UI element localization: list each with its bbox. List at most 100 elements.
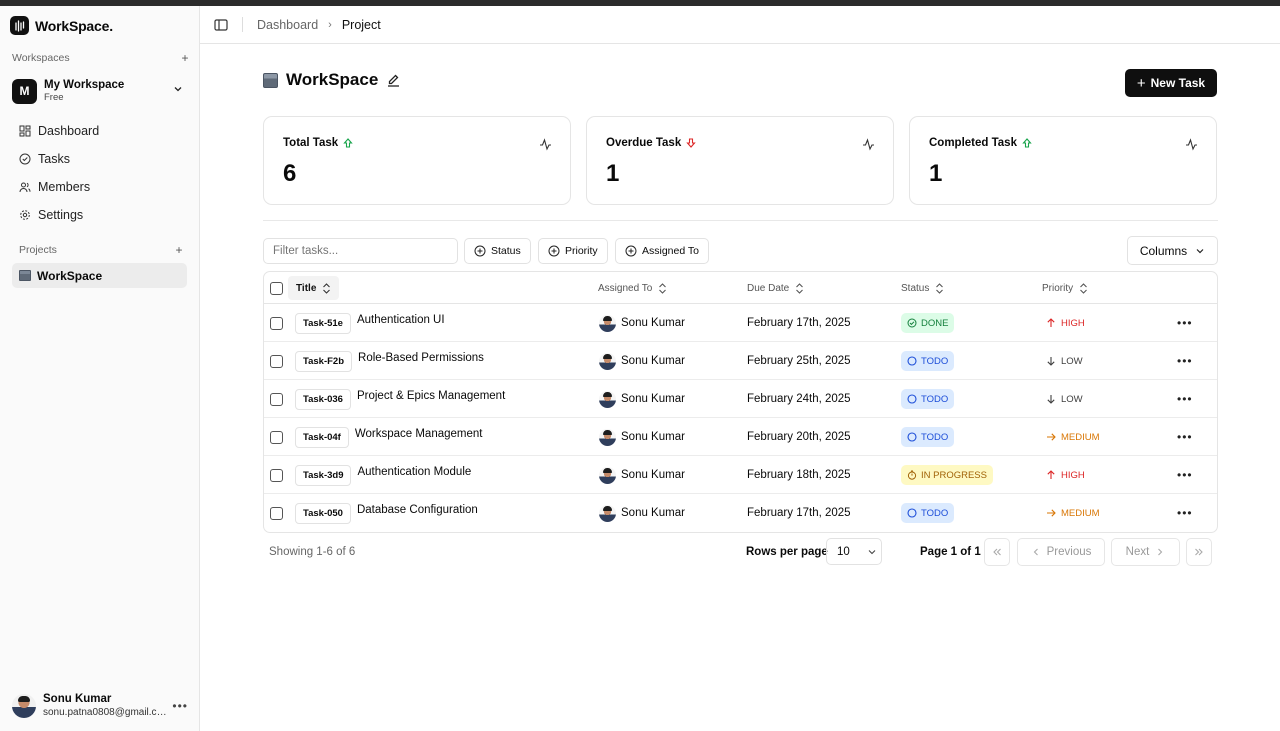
rows-per-page-select[interactable]: 10: [826, 538, 882, 565]
user-name: Sonu Kumar: [43, 693, 112, 705]
add-workspace-icon[interactable]: +: [178, 51, 192, 65]
status-badge: TODO: [901, 427, 955, 447]
project-icon: [263, 72, 278, 88]
row-checkbox[interactable]: [270, 506, 283, 520]
task-title[interactable]: Authentication Module: [357, 466, 471, 478]
project-icon: [19, 270, 31, 281]
more-icon[interactable]: •••: [1177, 468, 1193, 482]
user-email: sonu.patna0808@gmail.co...: [43, 707, 168, 718]
task-title[interactable]: Database Configuration: [357, 504, 478, 516]
column-header-status[interactable]: Status: [901, 272, 944, 304]
nav-item-tasks[interactable]: Tasks: [12, 145, 188, 173]
task-title[interactable]: Authentication UI: [357, 314, 445, 326]
row-checkbox[interactable]: [270, 392, 283, 406]
table-row[interactable]: Task-04f Workspace Management Sonu Kumar Fe…: [264, 418, 1217, 456]
filter-status-button[interactable]: Status: [464, 238, 531, 264]
breadcrumb-current: Project: [341, 17, 381, 32]
workspace-switcher[interactable]: M My Workspace Free: [12, 74, 190, 108]
filter-assigned-button[interactable]: Assigned To: [615, 238, 710, 264]
check-circle-icon: [19, 153, 31, 165]
breadcrumb-dashboard[interactable]: Dashboard: [257, 18, 318, 32]
column-header-title[interactable]: Title: [288, 276, 340, 300]
table-row[interactable]: Task-050 Database Configuration Sonu Kumar…: [264, 494, 1217, 532]
arrow-right-icon: [1046, 508, 1056, 518]
add-project-icon[interactable]: +: [172, 243, 186, 257]
circle-icon: [907, 508, 917, 518]
row-select-cell: [270, 342, 283, 380]
app-logo[interactable]: WorkSpace.: [10, 16, 113, 35]
row-select-cell: [270, 418, 283, 456]
column-header-due[interactable]: Due Date: [747, 272, 804, 304]
assignee-name: Sonu Kumar: [621, 393, 685, 405]
nav-item-dashboard[interactable]: Dashboard: [12, 117, 188, 145]
assignee-name: Sonu Kumar: [621, 317, 685, 329]
user-profile[interactable]: Sonu Kumar sonu.patna0808@gmail.co... ••…: [12, 691, 192, 721]
due-date-cell: February 18th, 2025: [747, 456, 851, 494]
chevron-right-icon: ›: [328, 18, 332, 31]
task-title[interactable]: Project & Epics Management: [357, 390, 505, 402]
assignee-name: Sonu Kumar: [621, 431, 685, 443]
chevron-left-icon: [1033, 548, 1038, 556]
avatar: [599, 314, 616, 332]
table-row[interactable]: Task-036 Project & Epics Management Sonu K…: [264, 380, 1217, 418]
priority-cell: LOW: [1046, 380, 1083, 418]
status-badge: TODO: [901, 389, 955, 409]
due-date: February 18th, 2025: [747, 469, 851, 481]
next-page-button[interactable]: Next: [1111, 538, 1180, 566]
task-title[interactable]: Role-Based Permissions: [358, 352, 484, 364]
row-checkbox[interactable]: [270, 354, 283, 368]
sort-icon: [1080, 282, 1088, 294]
row-select-cell: [270, 304, 283, 342]
table-row[interactable]: Task-3d9 Authentication Module Sonu Kumar F…: [264, 456, 1217, 494]
previous-page-button[interactable]: Previous: [1017, 538, 1105, 566]
edit-icon[interactable]: [386, 73, 401, 88]
last-page-button[interactable]: [1186, 538, 1212, 566]
sidebar-project-workspace[interactable]: WorkSpace: [12, 263, 187, 288]
due-date: February 17th, 2025: [747, 507, 851, 519]
showing-count: Showing 1-6 of 6: [269, 546, 356, 558]
row-checkbox[interactable]: [270, 430, 283, 444]
more-icon[interactable]: •••: [1177, 430, 1193, 444]
first-page-button[interactable]: [984, 538, 1010, 566]
table-row[interactable]: Task-51e Authentication UI Sonu Kumar Febru…: [264, 304, 1217, 342]
assignee-cell: Sonu Kumar: [599, 456, 685, 494]
task-title-cell: Task-04f Workspace Management: [295, 418, 482, 456]
stat-label: Total Task: [283, 137, 339, 149]
nav-item-settings[interactable]: Settings: [12, 201, 188, 229]
column-header-priority[interactable]: Priority: [1042, 272, 1088, 304]
task-id-badge: Task-F2b: [295, 350, 353, 372]
new-task-button[interactable]: + New Task: [1125, 69, 1217, 97]
activity-icon: [540, 138, 551, 151]
select-all-checkbox[interactable]: [270, 281, 283, 295]
more-icon[interactable]: •••: [1177, 392, 1193, 406]
chevrons-left-icon: [993, 548, 1001, 556]
workspace-avatar: M: [12, 78, 37, 104]
status-badge: DONE: [901, 313, 955, 333]
arrow-down-icon: [686, 138, 696, 148]
sidebar-toggle-icon[interactable]: [214, 18, 228, 32]
sort-icon: [936, 282, 944, 294]
priority-indicator: LOW: [1046, 394, 1083, 405]
main-nav: Dashboard Tasks Members Settings: [12, 117, 188, 229]
nav-item-members[interactable]: Members: [12, 173, 188, 201]
table-row[interactable]: Task-F2b Role-Based Permissions Sonu Kumar…: [264, 342, 1217, 380]
task-id-badge: Task-050: [295, 502, 351, 524]
filter-tasks-input[interactable]: [263, 238, 458, 264]
more-icon[interactable]: •••: [1177, 506, 1193, 520]
task-id-badge: Task-036: [295, 388, 351, 410]
columns-button[interactable]: Columns: [1127, 236, 1218, 265]
status-cell: IN PROGRESS: [901, 456, 993, 494]
status-cell: DONE: [901, 304, 955, 342]
more-icon[interactable]: •••: [1177, 354, 1193, 368]
row-checkbox[interactable]: [270, 316, 283, 330]
filter-priority-button[interactable]: Priority: [538, 238, 608, 264]
more-icon[interactable]: •••: [1177, 316, 1193, 330]
more-icon[interactable]: •••: [172, 699, 188, 713]
task-title[interactable]: Workspace Management: [355, 428, 483, 440]
task-title-cell: Task-050 Database Configuration: [295, 494, 478, 532]
column-header-assigned[interactable]: Assigned To: [598, 272, 667, 304]
chevron-down-icon: [1196, 248, 1204, 253]
filter-label: Status: [491, 245, 521, 257]
row-checkbox[interactable]: [270, 468, 283, 482]
sort-icon: [659, 282, 667, 294]
